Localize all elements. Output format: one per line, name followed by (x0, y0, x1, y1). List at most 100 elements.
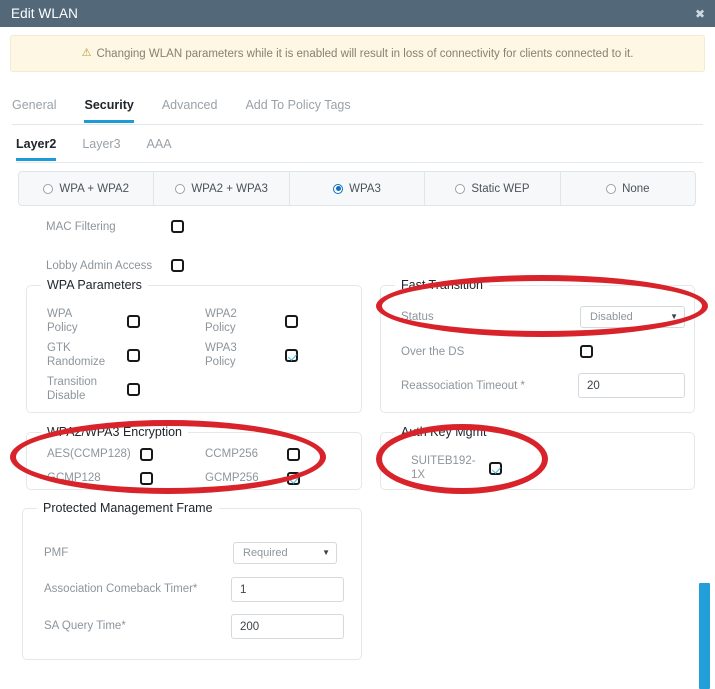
radio-option-static-wep[interactable]: Static WEP (425, 172, 561, 205)
mac-filtering-label: MAC Filtering (46, 220, 116, 233)
wpa-policy-row: WPA Policy (47, 308, 140, 335)
wpa2-policy-row: WPA2 Policy (205, 308, 298, 335)
warning-triangle-icon: ⚠ (81, 47, 92, 59)
pmf-legend: Protected Management Frame (37, 501, 219, 515)
pmf-select[interactable]: Required ▼ (233, 542, 337, 564)
pmf-section: Protected Management Frame PMF Required … (22, 501, 362, 660)
radio-label: None (622, 182, 650, 195)
ft-status-select[interactable]: Disabled ▼ (580, 306, 685, 328)
tab-aaa[interactable]: AAA (147, 137, 172, 161)
reassoc-timeout-label: Reassociation Timeout * (401, 380, 526, 392)
security-sub-tabs: Layer2 Layer3 AAA (16, 137, 703, 163)
reassoc-timeout-value: 20 (587, 379, 600, 392)
transition-disable-checkbox[interactable] (127, 383, 140, 397)
pmf-label: PMF (44, 547, 69, 559)
lobby-admin-access-label: Lobby Admin Access (46, 259, 153, 272)
radio-label: Static WEP (471, 182, 530, 195)
radio-option-wpa-wpa2[interactable]: WPA + WPA2 (19, 172, 155, 205)
ft-status-label-wrap: Status (401, 311, 434, 325)
wpa-policy-label: WPA Policy (47, 308, 78, 334)
sa-query-time-label-wrap: SA Query Time* (44, 620, 126, 634)
gcmp256-label: GCMP256 (205, 472, 259, 484)
radio-option-wpa3[interactable]: WPA3 (290, 172, 426, 205)
ccmp256-row: CCMP256 (205, 448, 300, 462)
wpa2-policy-label: WPA2 Policy (205, 308, 237, 334)
suiteb192-1x-label: SUITEB192- 1X (411, 455, 476, 481)
gcmp128-checkbox[interactable] (140, 472, 153, 486)
tab-general[interactable]: General (12, 98, 56, 123)
wpa-parameters-legend: WPA Parameters (41, 278, 148, 292)
wpa-policy-checkbox[interactable] (127, 315, 140, 329)
gcmp256-row: GCMP256 (205, 472, 300, 486)
wpa3-policy-row: WPA3 Policy (205, 342, 298, 369)
radio-icon (606, 183, 617, 194)
aes-ccmp128-checkbox[interactable] (140, 448, 153, 462)
vertical-scrollbar[interactable] (699, 583, 710, 689)
aes-ccmp128-label: AES(CCMP128) (47, 448, 131, 460)
radio-label: WPA3 (349, 182, 381, 195)
sa-query-time-value: 200 (240, 620, 260, 633)
suiteb192-1x-row: SUITEB192- 1X (411, 455, 502, 482)
gtk-randomize-checkbox[interactable] (127, 349, 140, 363)
radio-icon (455, 183, 466, 194)
tab-layer2[interactable]: Layer2 (16, 137, 57, 161)
lobby-admin-access-row: Lobby Admin Access (46, 259, 184, 272)
over-the-ds-label: Over the DS (401, 346, 465, 358)
encryption-section: WPA2/WPA3 Encryption AES(CCMP128) GCMP12… (26, 425, 362, 490)
security-mode-selector: WPA + WPA2 WPA2 + WPA3 WPA3 Static WEP N… (18, 171, 696, 206)
radio-option-wpa2-wpa3[interactable]: WPA2 + WPA3 (154, 172, 290, 205)
ft-status-value: Disabled (590, 311, 633, 323)
ft-status-label: Status (401, 311, 434, 323)
ccmp256-checkbox[interactable] (287, 448, 300, 462)
reassoc-timeout-label-wrap: Reassociation Timeout * (401, 380, 525, 394)
tab-advanced[interactable]: Advanced (162, 98, 218, 123)
edit-wlan-dialog: Edit WLAN ✖ ⚠ Changing WLAN parameters w… (0, 0, 715, 689)
main-tabs: General Security Advanced Add To Policy … (12, 98, 703, 125)
mac-filtering-checkbox[interactable] (171, 220, 184, 233)
pmf-value: Required (243, 547, 288, 559)
radio-icon-selected (333, 183, 344, 194)
auth-key-mgmt-legend: Auth Key Mgmt (395, 425, 493, 439)
mac-filtering-row: MAC Filtering (46, 220, 184, 233)
radio-icon (43, 183, 54, 194)
association-comeback-timer-input[interactable]: 1 (231, 577, 344, 602)
gcmp256-checkbox[interactable] (287, 472, 300, 486)
radio-option-none[interactable]: None (561, 172, 695, 205)
chevron-down-icon: ▼ (670, 312, 678, 321)
radio-label: WPA + WPA2 (59, 182, 129, 195)
association-comeback-timer-label-wrap: Association Comeback Timer* (44, 583, 197, 597)
wpa3-policy-checkbox[interactable] (285, 349, 298, 363)
radio-label: WPA2 + WPA3 (191, 182, 268, 195)
radio-icon (175, 183, 186, 194)
wpa-parameters-section: WPA Parameters WPA Policy GTK Randomize Tr… (26, 278, 362, 413)
wpa2-policy-checkbox[interactable] (285, 315, 298, 329)
gtk-randomize-row: GTK Randomize (47, 342, 140, 369)
close-icon[interactable]: ✖ (695, 8, 705, 20)
association-comeback-timer-value: 1 (240, 583, 247, 596)
tab-security[interactable]: Security (84, 98, 134, 123)
chevron-down-icon: ▼ (322, 548, 330, 557)
sa-query-time-label: SA Query Time* (44, 620, 126, 632)
transition-disable-label: Transition Disable (47, 376, 98, 402)
auth-key-mgmt-section: Auth Key Mgmt SUITEB192- 1X (380, 425, 695, 490)
fast-transition-section: Fast Transition Status Disabled ▼ Over t… (380, 278, 695, 413)
transition-disable-row: Transition Disable (47, 376, 140, 403)
tab-add-to-policy-tags[interactable]: Add To Policy Tags (245, 98, 350, 123)
ccmp256-label: CCMP256 (205, 448, 259, 460)
wpa3-policy-label: WPA3 Policy (205, 342, 237, 368)
fast-transition-legend: Fast Transition (395, 278, 489, 292)
over-the-ds-checkbox[interactable] (580, 345, 593, 358)
lobby-admin-access-checkbox[interactable] (171, 259, 184, 272)
gtk-randomize-label: GTK Randomize (47, 342, 106, 368)
gcmp128-row: GCMP128 (47, 472, 153, 486)
pmf-label-wrap: PMF (44, 547, 68, 561)
aes-ccmp128-row: AES(CCMP128) (47, 448, 153, 462)
tab-layer3[interactable]: Layer3 (82, 137, 120, 161)
association-comeback-timer-label: Association Comeback Timer* (44, 583, 198, 595)
reassoc-timeout-input[interactable]: 20 (578, 373, 685, 398)
warning-text: Changing WLAN parameters while it is ena… (96, 47, 634, 60)
warning-banner: ⚠ Changing WLAN parameters while it is e… (10, 35, 705, 72)
suiteb192-1x-checkbox[interactable] (489, 462, 502, 476)
encryption-legend: WPA2/WPA3 Encryption (41, 425, 188, 439)
sa-query-time-input[interactable]: 200 (231, 614, 344, 639)
